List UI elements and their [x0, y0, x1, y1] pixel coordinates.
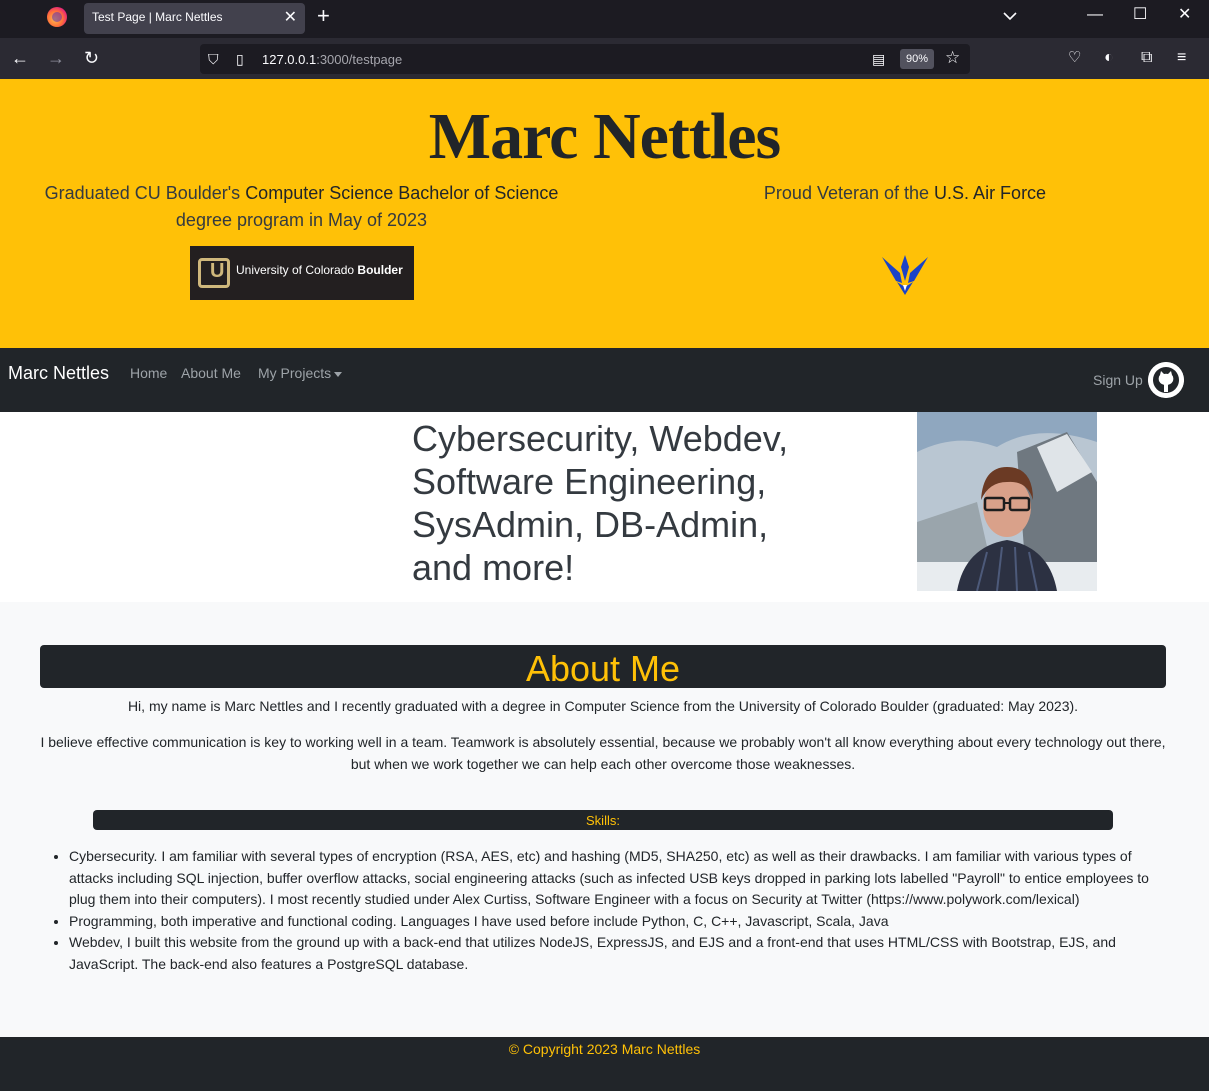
hero-banner: Marc Nettles Graduated CU Boulder's Comp… [0, 79, 1209, 348]
reload-icon[interactable]: ↻ [84, 48, 99, 68]
tab-title: Test Page | Marc Nettles [92, 10, 223, 24]
education-text: Graduated CU Boulder's Computer Science … [44, 183, 559, 230]
skills-list: Cybersecurity. I am familiar with severa… [69, 846, 1159, 975]
reader-view-icon[interactable]: ▤ [872, 49, 885, 69]
shield-icon[interactable]: ⛉ [208, 49, 219, 69]
about-title: About Me [525, 648, 681, 689]
about-paragraph-1: Hi, my name is Marc Nettles and I recent… [127, 698, 1079, 714]
pocket-icon[interactable]: ♡ [1068, 48, 1081, 68]
firefox-icon[interactable] [47, 7, 67, 27]
back-icon[interactable]: ← [11, 48, 29, 68]
signup-link[interactable]: Sign Up [1093, 372, 1143, 388]
about-paragraph-2: I believe effective communication is key… [40, 734, 1166, 772]
profile-photo [917, 412, 1097, 591]
cu-logo-text: University of Colorado Boulder [236, 263, 403, 277]
chevron-down-icon[interactable] [1002, 8, 1018, 24]
list-item: Programming, both imperative and functio… [69, 911, 1159, 933]
page-icon[interactable]: ▯ [236, 49, 244, 69]
account-icon[interactable]: ◐ [1104, 48, 1114, 68]
browser-tab-bar: Test Page | Marc Nettles ✕ + — ☐ ✕ [0, 0, 1209, 38]
nav-home-link[interactable]: Home [130, 365, 167, 381]
url-text[interactable]: 127.0.0.1:3000/testpage [262, 52, 402, 67]
skills-heading-bar: Skills: [93, 810, 1113, 830]
skills-title: Skills: [586, 813, 620, 828]
nav-projects-dropdown[interactable]: My Projects [258, 365, 343, 381]
close-tab-icon[interactable]: ✕ [284, 7, 297, 27]
air-force-logo-icon [882, 255, 928, 295]
url-bar[interactable]: ⛉ ▯ 127.0.0.1:3000/testpage ▤ ☆ [200, 44, 970, 74]
intro-section: Cybersecurity, Webdev, Software Engineer… [0, 412, 1209, 602]
veteran-text: Proud Veteran of the U.S. Air Force [763, 183, 1047, 203]
intro-heading: Cybersecurity, Webdev, Software Engineer… [412, 418, 789, 588]
list-item: Webdev, I built this website from the gr… [69, 932, 1159, 975]
menu-icon[interactable]: ≡ [1177, 48, 1186, 68]
browser-tab-active[interactable]: Test Page | Marc Nettles ✕ [84, 3, 305, 34]
github-icon[interactable] [1148, 362, 1184, 398]
caret-down-icon [334, 371, 343, 377]
site-navbar: Marc Nettles Home About Me My Projects S… [0, 348, 1209, 412]
new-tab-icon[interactable]: + [317, 4, 330, 28]
page-title: Marc Nettles [428, 100, 781, 173]
bookmark-star-icon[interactable]: ☆ [945, 48, 960, 68]
list-item: Cybersecurity. I am familiar with severa… [69, 846, 1159, 911]
minimize-icon[interactable]: — [1087, 5, 1103, 25]
window-close-icon[interactable]: ✕ [1178, 5, 1191, 25]
footer: © Copyright 2023 Marc Nettles [0, 1037, 1209, 1091]
nav-about-link[interactable]: About Me [181, 365, 241, 381]
navbar-brand[interactable]: Marc Nettles [8, 363, 109, 384]
about-heading-bar: About Me [40, 645, 1166, 689]
maximize-icon[interactable]: ☐ [1133, 5, 1147, 25]
cu-boulder-logo: University of Colorado Boulder [190, 246, 414, 300]
cu-logo-icon [198, 258, 230, 288]
zoom-level-badge[interactable]: 90% [900, 49, 934, 69]
extensions-icon[interactable]: ⧉ [1141, 48, 1152, 68]
forward-icon[interactable]: → [47, 48, 65, 68]
footer-copyright: © Copyright 2023 Marc Nettles [508, 1041, 701, 1057]
